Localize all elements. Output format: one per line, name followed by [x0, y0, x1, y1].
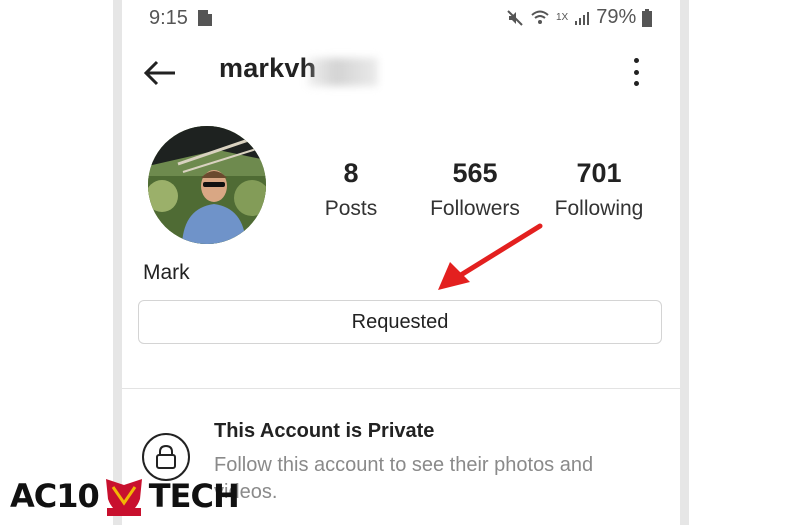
battery-percent: 79% — [596, 6, 637, 28]
stat-value: 8 — [343, 158, 359, 188]
profile-display-name: Mark — [143, 261, 190, 284]
stat-value: 701 — [576, 158, 622, 188]
phone-frame-right — [680, 0, 689, 525]
logo-text-left: AC10 — [10, 477, 100, 515]
notification-icon — [197, 9, 213, 32]
stat-following[interactable]: 701 Following — [551, 158, 647, 221]
network-badge: 1X — [556, 12, 569, 23]
stat-posts[interactable]: 8 Posts — [318, 158, 384, 221]
more-vert-dot — [633, 81, 639, 86]
profile-username: markvh — [219, 53, 317, 83]
wifi-icon — [531, 10, 549, 24]
stat-followers[interactable]: 565 Followers — [425, 158, 525, 221]
private-account-subtitle: Follow this account to see their photos … — [214, 454, 594, 503]
status-time: 9:15 — [149, 7, 188, 29]
logo-shield-icon — [103, 475, 145, 517]
battery-icon — [642, 8, 653, 27]
mute-icon — [507, 9, 523, 26]
lock-icon — [156, 445, 176, 469]
stat-label: Posts — [324, 197, 378, 220]
stat-value: 565 — [452, 158, 498, 188]
private-account-title: This Account is Private — [214, 420, 435, 442]
phone-frame-left — [113, 0, 122, 525]
avatar-photo — [148, 126, 266, 244]
section-divider — [122, 388, 680, 389]
logo-text-right: TECH — [148, 477, 240, 515]
more-options-button[interactable] — [628, 58, 644, 86]
more-vert-icon — [633, 58, 639, 63]
signal-icon — [575, 11, 590, 25]
profile-avatar[interactable] — [148, 126, 266, 244]
requested-button[interactable]: Requested — [138, 300, 662, 344]
stat-label: Following — [554, 197, 644, 220]
back-button[interactable] — [142, 58, 178, 88]
lock-icon-circle — [142, 433, 190, 481]
more-vert-dot — [633, 69, 639, 75]
stat-label: Followers — [430, 197, 520, 220]
username-blur — [308, 58, 378, 86]
annotation-arrow-icon — [438, 223, 543, 290]
status-icons: 1X 79% — [506, 6, 653, 29]
arrow-left-icon — [143, 60, 175, 86]
watermark-logo: AC10 TECH — [10, 475, 240, 517]
